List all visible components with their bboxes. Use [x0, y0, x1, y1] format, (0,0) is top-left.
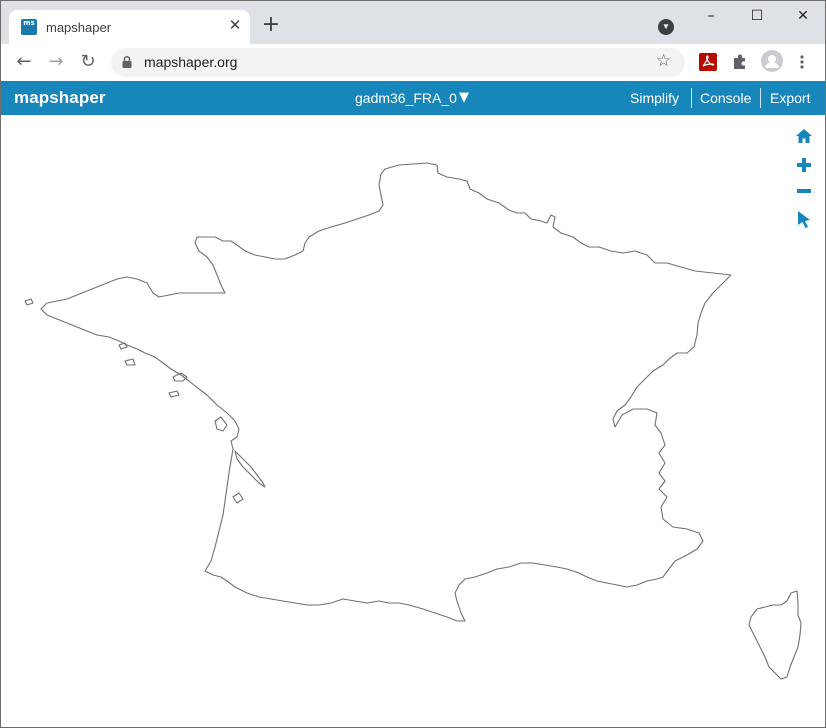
noirmoutier-outline: [124, 358, 136, 366]
layer-dropdown-icon[interactable]: ▼: [459, 90, 469, 105]
console-button[interactable]: Console: [700, 90, 751, 106]
close-window-button[interactable]: ✕: [788, 5, 818, 27]
arcachon-bay-outline: [232, 492, 244, 504]
zoom-in-icon[interactable]: [795, 156, 813, 174]
menu-divider: [760, 88, 761, 108]
tab-close-icon[interactable]: ✕: [225, 16, 245, 36]
groix-outline: [118, 342, 128, 350]
new-tab-button[interactable]: +: [259, 13, 283, 37]
url-text[interactable]: mapshaper.org: [144, 54, 237, 70]
menu-divider: [691, 88, 692, 108]
lock-icon: [122, 56, 132, 68]
more-menu-icon[interactable]: [799, 54, 805, 70]
ile-doleron-outline: [214, 416, 228, 432]
france-outline-map: [24, 162, 802, 680]
browser-tab[interactable]: ms mapshaper ✕: [9, 10, 250, 44]
browser-toolbar: ← → ↻ mapshaper.org ☆: [1, 44, 825, 81]
corsica-outline: [748, 590, 802, 680]
back-arrow-icon[interactable]: ←: [11, 49, 37, 75]
address-bar[interactable]: mapshaper.org ☆: [111, 48, 685, 77]
maximize-button[interactable]: ☐: [742, 5, 772, 27]
mapshaper-favicon-icon: ms: [21, 19, 37, 35]
pdf-extension-icon[interactable]: [699, 53, 717, 71]
layer-selector[interactable]: gadm36_FRA_0: [355, 90, 457, 106]
belle-ile-outline: [168, 390, 180, 398]
pointer-select-icon[interactable]: [795, 210, 813, 228]
star-icon[interactable]: ☆: [656, 51, 671, 71]
forward-arrow-icon[interactable]: →: [43, 49, 69, 75]
simplify-button[interactable]: Simplify: [630, 90, 679, 106]
zoom-out-icon[interactable]: [795, 182, 813, 200]
home-icon[interactable]: [795, 127, 813, 145]
export-button[interactable]: Export: [770, 90, 810, 106]
profile-avatar-icon[interactable]: [761, 50, 783, 72]
tab-search-icon[interactable]: ▼: [658, 19, 674, 35]
tab-title: mapshaper: [46, 20, 112, 35]
map-canvas[interactable]: [1, 115, 825, 727]
tab-strip: ms mapshaper ✕ + ▼ – ☐ ✕: [1, 1, 825, 44]
reload-icon[interactable]: ↻: [75, 49, 101, 75]
app-logo: mapshaper: [14, 88, 106, 107]
ushant-outline: [24, 298, 34, 306]
app-header: mapshaper gadm36_FRA_0 ▼ Simplify Consol…: [1, 81, 825, 115]
minimize-button[interactable]: –: [696, 5, 726, 27]
gironde-estuary-outline: [234, 450, 266, 488]
mainland-france-outline: [40, 162, 732, 622]
puzzle-extension-icon[interactable]: [731, 53, 749, 71]
browser-window: ms mapshaper ✕ + ▼ – ☐ ✕ ← → ↻ mapshaper…: [0, 0, 826, 728]
